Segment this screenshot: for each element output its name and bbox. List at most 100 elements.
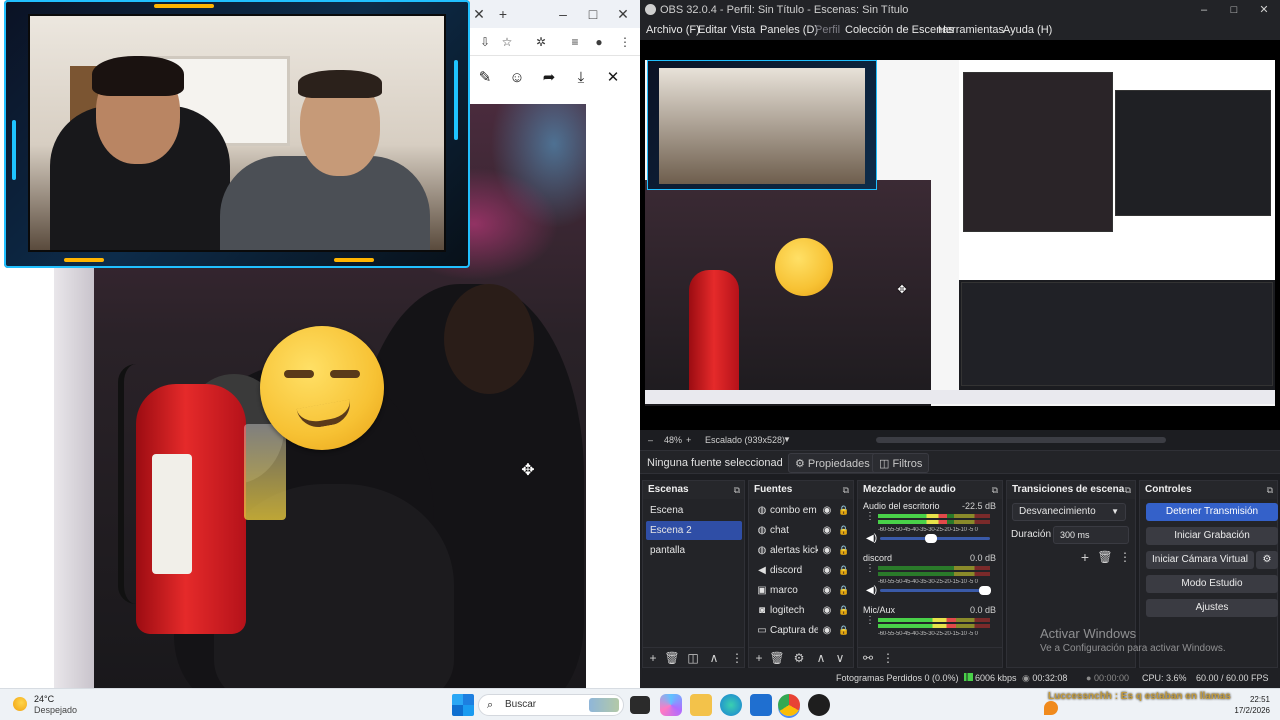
eye-icon[interactable]: ◉ (820, 581, 834, 600)
maximize-icon[interactable]: □ (582, 0, 604, 28)
browser-menu-icon[interactable]: ⋮ (614, 28, 636, 56)
store-icon[interactable] (750, 694, 772, 716)
studio-mode-button[interactable]: Modo Estudio (1146, 575, 1278, 593)
source-item[interactable]: ◍ alertas kick ◉ 🔒 (752, 541, 854, 560)
menu-editar[interactable]: Editar (698, 20, 727, 40)
add-icon[interactable]: + (645, 650, 661, 666)
transition-select[interactable]: Desvanecimiento ▼ (1012, 503, 1126, 521)
lock-icon[interactable]: 🔒 (837, 581, 851, 600)
bookmark-star-icon[interactable]: ☆ (496, 28, 518, 56)
minimize-icon[interactable]: – (1189, 0, 1219, 20)
filter-icon[interactable]: ◫ (685, 650, 701, 666)
minimize-icon[interactable]: – (552, 0, 574, 28)
taskbar-search[interactable]: ⌕ Buscar (478, 694, 624, 716)
chevron-down-icon[interactable]: ▼ (783, 430, 791, 450)
undock-icon[interactable]: ⧉ (992, 481, 998, 499)
chevron-up-icon[interactable]: ∧ (813, 650, 829, 666)
filters-button[interactable]: ◫ Filtros (872, 453, 930, 473)
weather-widget[interactable]: 24°C Despejado (10, 693, 110, 717)
eye-icon[interactable]: ◉ (820, 561, 834, 580)
obs-icon[interactable] (808, 694, 830, 716)
chrome-icon[interactable] (778, 694, 800, 716)
duration-input[interactable]: 300 ms (1053, 526, 1129, 544)
extensions-icon[interactable]: ✲ (530, 28, 552, 56)
properties-button[interactable]: ⚙ Propiedades (788, 453, 877, 473)
trash-icon[interactable]: 🗑 (664, 650, 680, 666)
copilot-icon[interactable] (660, 694, 682, 716)
eye-icon[interactable]: ◉ (820, 521, 834, 540)
stop-streaming-button[interactable]: Detener Transmisión (1146, 503, 1278, 521)
install-app-icon[interactable]: ⇩ (474, 28, 496, 56)
zoom-out-icon[interactable]: – (648, 430, 653, 450)
add-icon[interactable]: + (1077, 549, 1093, 565)
source-item[interactable]: ◙ logitech ◉ 🔒 (752, 601, 854, 620)
source-item[interactable]: ◍ combo em ◉ 🔒 (752, 501, 854, 520)
close-icon[interactable]: ✕ (602, 68, 624, 88)
more-icon[interactable]: ⋮ (880, 650, 896, 666)
more-icon[interactable]: ⋮ (729, 650, 745, 666)
virtual-camera-settings-button[interactable]: ⚙ (1256, 551, 1278, 569)
menu-perfil[interactable]: Perfil (815, 20, 840, 40)
eye-icon[interactable]: ◉ (820, 541, 834, 560)
eye-icon[interactable]: ◉ (820, 621, 834, 640)
scene-item[interactable]: pantalla (646, 541, 742, 560)
download-icon[interactable]: ⤓ (570, 68, 592, 88)
close-tab-icon[interactable]: ✕ (468, 0, 490, 28)
trash-icon[interactable]: 🗑 (1097, 549, 1113, 565)
source-item[interactable]: ▭ Captura de ◉ 🔒 (752, 621, 854, 640)
pin-icon[interactable]: ✎ (474, 68, 496, 88)
lock-icon[interactable]: 🔒 (837, 601, 851, 620)
start-virtual-camera-button[interactable]: Iniciar Cámara Virtual (1146, 551, 1254, 569)
eye-icon[interactable]: ◉ (820, 501, 834, 520)
clock[interactable]: 22:51 17/2/2026 (1234, 694, 1270, 716)
volume-knob[interactable] (978, 586, 991, 595)
zoom-in-icon[interactable]: + (686, 430, 691, 450)
emoji-icon[interactable]: ☺ (506, 68, 528, 88)
scene-item[interactable]: Escena (646, 501, 742, 520)
chevron-down-icon[interactable]: ∨ (832, 650, 848, 666)
close-window-icon[interactable]: ✕ (612, 0, 634, 28)
preview-canvas[interactable]: ✥ (640, 40, 1280, 452)
undock-icon[interactable]: ⧉ (843, 481, 849, 499)
lock-icon[interactable]: 🔒 (837, 501, 851, 520)
preview-scrollbar[interactable] (876, 437, 1166, 443)
eye-icon[interactable]: ◉ (820, 601, 834, 620)
source-item[interactable]: ◀ discord ◉ 🔒 (752, 561, 854, 580)
start-recording-button[interactable]: Iniciar Grabación (1146, 527, 1278, 545)
menu-vista[interactable]: Vista (731, 20, 755, 40)
more-icon[interactable]: ⋮ (865, 512, 875, 522)
lock-icon[interactable]: 🔒 (837, 521, 851, 540)
volume-slider[interactable] (880, 534, 990, 543)
lock-icon[interactable]: 🔒 (837, 561, 851, 580)
source-item[interactable]: ◍ chat ◉ 🔒 (752, 521, 854, 540)
maximize-icon[interactable]: □ (1219, 0, 1249, 20)
new-tab-icon[interactable]: + (492, 0, 514, 28)
close-icon[interactable]: ✕ (1249, 0, 1279, 20)
reading-list-icon[interactable]: ≡ (564, 28, 586, 56)
task-view-icon[interactable] (630, 696, 650, 714)
menu-herramientas[interactable]: Herramientas (938, 20, 1004, 40)
more-icon[interactable]: ⋮ (865, 616, 875, 626)
more-icon[interactable]: ⋮ (865, 564, 875, 574)
edge-icon[interactable] (720, 694, 742, 716)
undock-icon[interactable]: ⧉ (1125, 481, 1131, 499)
volume-slider[interactable] (880, 586, 991, 595)
share-icon[interactable]: ➦ (538, 68, 560, 88)
menu-ayuda[interactable]: Ayuda (H) (1003, 20, 1052, 40)
add-icon[interactable]: + (751, 650, 767, 666)
menu-archivo[interactable]: Archivo (F) (646, 20, 700, 40)
volume-knob[interactable] (924, 534, 937, 543)
chevron-up-icon[interactable]: ∧ (706, 650, 722, 666)
trash-icon[interactable]: 🗑 (769, 650, 785, 666)
settings-button[interactable]: Ajustes (1146, 599, 1278, 617)
gear-icon[interactable]: ⚙ (791, 650, 807, 666)
scale-mode[interactable]: Escalado (939x528) (705, 430, 785, 450)
menu-paneles[interactable]: Paneles (D) (760, 20, 818, 40)
more-icon[interactable]: ⋮ (1117, 549, 1133, 565)
undock-icon[interactable]: ⧉ (1267, 481, 1273, 499)
lock-icon[interactable]: 🔒 (837, 621, 851, 640)
lock-icon[interactable]: 🔒 (837, 541, 851, 560)
speaker-icon[interactable]: ◀) (866, 533, 877, 544)
speaker-icon[interactable]: ◀) (866, 585, 877, 596)
undock-icon[interactable]: ⧉ (734, 481, 740, 499)
